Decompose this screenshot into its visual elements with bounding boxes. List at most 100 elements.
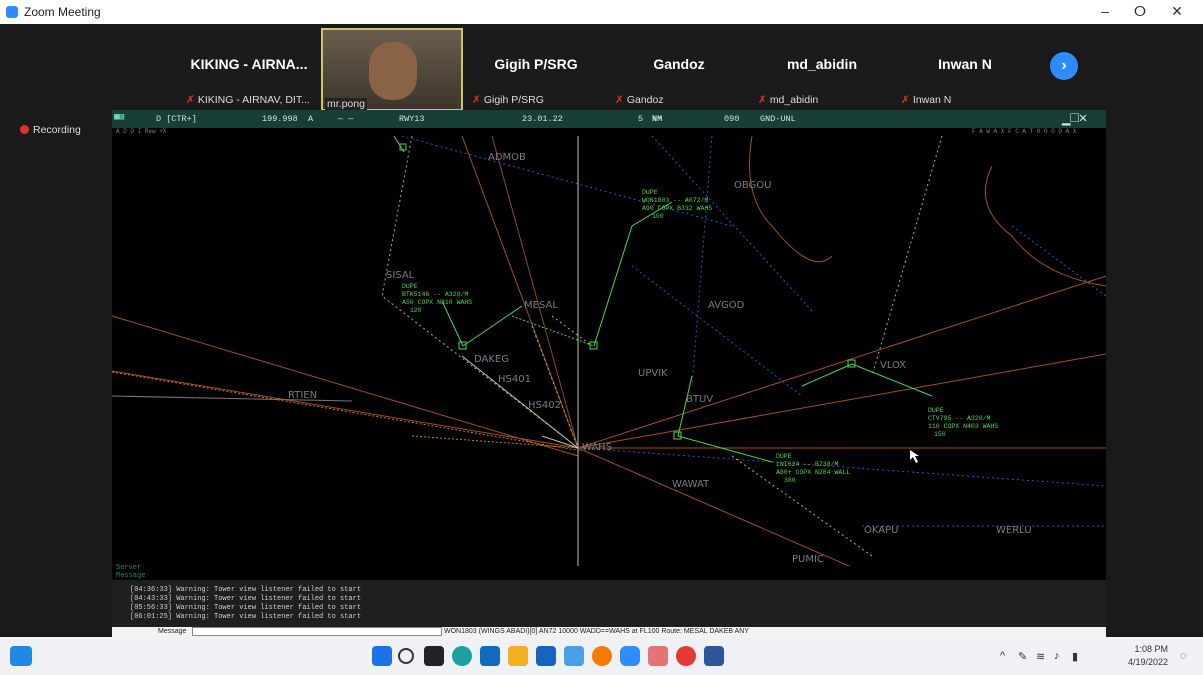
volume-icon[interactable]: ♪	[1054, 650, 1060, 662]
window-title: Zoom Meeting	[24, 5, 101, 19]
svg-text:A50 COPX N310 WAHS: A50 COPX N310 WAHS	[402, 299, 472, 306]
message-input[interactable]	[192, 627, 442, 636]
photos-icon[interactable]	[564, 646, 584, 666]
participant-name: KIKING - AIRNA...	[190, 56, 308, 72]
next-page-button[interactable]: ›	[1050, 52, 1078, 80]
minimize-button[interactable]: –	[1090, 3, 1120, 19]
mail-icon[interactable]	[480, 646, 500, 666]
svg-text:BTK5146 -- A320/M: BTK5146 -- A320/M	[402, 291, 468, 298]
flight-tag[interactable]: DUPE CTV795 -- A320/M 110 COPX N403 WAHS…	[928, 407, 998, 438]
svg-text:DUPE: DUPE	[642, 189, 658, 196]
participant-caption: ✗ KIKING - AIRNAV, DIT...	[186, 94, 310, 106]
radar-toolbar: ▦▤ D [CTR+] 199.998 A — — RWY13 23.01.22…	[112, 110, 1106, 128]
svg-text:WON1803 -- A072/M: WON1803 -- A072/M	[642, 197, 708, 204]
toolbar-atis[interactable]: A	[308, 114, 313, 124]
svg-text:DUPE: DUPE	[402, 283, 418, 290]
participant-caption: ✗ md_abidin	[758, 94, 819, 106]
participant-tile[interactable]: Gigih P/SRG ✗ Gigih P/SRG	[466, 26, 606, 109]
flight-tag[interactable]: DUPE BTK5146 -- A320/M A50 COPX N310 WAH…	[402, 283, 472, 314]
message-input-bar: Message WON1803 (WINGS ABADI)[0] AN72 10…	[112, 627, 1106, 637]
notification-icon[interactable]: ◌	[1180, 650, 1187, 662]
waypoint-label: RTIEN	[288, 390, 317, 401]
participant-tile[interactable]: Inwan N ✗ Inwan N	[895, 26, 1035, 109]
waypoint-label: HS401	[498, 374, 531, 385]
store-icon[interactable]	[536, 646, 556, 666]
radar-subbar: A D O I Rew +X F A W A X F C A T O O O O…	[116, 128, 1077, 135]
participant-name: Gandoz	[653, 56, 705, 72]
taskbar-clock[interactable]: 1:08 PM 4/19/2022	[1128, 643, 1168, 669]
participant-tile[interactable]: KIKING - AIRNA... ✗ KIKING - AIRNAV, DIT.…	[180, 26, 318, 109]
participant-video	[369, 42, 417, 100]
chrome-icon[interactable]	[592, 646, 612, 666]
muted-mic-icon: ✗	[901, 94, 910, 106]
flight-tag[interactable]: DUPE WON1803 -- A072/M A90 COPX B332 WAH…	[642, 189, 712, 220]
participant-tile[interactable]: md_abidin ✗ md_abidin	[752, 26, 892, 109]
log-line: [04:43:33] Warning: Tower view listener …	[130, 595, 362, 603]
search-icon[interactable]	[398, 648, 414, 664]
log-line: [05:56:33] Warning: Tower view listener …	[130, 604, 362, 612]
battery-icon[interactable]: ▮	[1072, 650, 1078, 663]
mouse-cursor-icon	[910, 450, 919, 463]
start-icon[interactable]	[372, 646, 392, 666]
tray-pen-icon[interactable]: ✎	[1018, 650, 1027, 663]
participant-video-tile[interactable]: mr.pong	[321, 28, 463, 111]
waypoint-label: OKAPU	[864, 525, 898, 536]
svg-text:DUPE: DUPE	[776, 453, 792, 460]
waypoint-label: AVGOD	[708, 300, 745, 311]
muted-mic-icon: ✗	[186, 94, 195, 106]
waypoint-label: WAWAT	[672, 479, 710, 490]
zoom-icon[interactable]	[620, 646, 640, 666]
toolbar-altitude[interactable]: GND-UNL	[760, 114, 796, 124]
edge-icon[interactable]	[452, 646, 472, 666]
tray-chevron-icon[interactable]: ^	[1000, 650, 1005, 662]
server-labels: Server Message	[116, 564, 146, 580]
waypoint-label: HS402	[528, 400, 561, 411]
waypoint-label: SISAL	[386, 270, 415, 281]
participant-tile[interactable]: Gandoz ✗ Gandoz	[609, 26, 749, 109]
radar-map[interactable]: ADMOB OBGOU SISAL MESAL AVGOD DAKEG HS40…	[112, 136, 1106, 566]
toolbar-range[interactable]: 5	[638, 114, 643, 124]
word-icon[interactable]	[704, 646, 724, 666]
toolbar-date: 23.01.22	[522, 114, 563, 124]
wifi-icon[interactable]: ≋	[1036, 650, 1045, 663]
svg-text:120: 120	[410, 307, 422, 314]
participant-name: Gigih P/SRG	[494, 56, 578, 72]
toolbar-runway[interactable]: RWY13	[399, 114, 425, 124]
record-icon[interactable]	[676, 646, 696, 666]
svg-text:110 COPX N403 WAHS: 110 COPX N403 WAHS	[928, 423, 998, 430]
svg-text:380: 380	[784, 477, 796, 484]
network-app-icon[interactable]	[648, 646, 668, 666]
message-label: Message	[158, 628, 187, 635]
close-button[interactable]: ✕	[1162, 3, 1192, 20]
recording-indicator[interactable]: Recording	[20, 124, 81, 136]
folder-icon[interactable]	[508, 646, 528, 666]
participant-caption: ✗ Gandoz	[615, 94, 664, 106]
muted-mic-icon: ✗	[758, 94, 767, 106]
record-dot-icon	[20, 125, 29, 134]
file-explorer-icon[interactable]	[424, 646, 444, 666]
radar-minimize-button[interactable]: ▁□✕	[1062, 110, 1087, 127]
log-line: [04:36:33] Warning: Tower view listener …	[130, 586, 362, 594]
svg-text:LNI624 -- B738/M: LNI624 -- B738/M	[776, 461, 839, 468]
participant-caption: ✗ Inwan N	[901, 94, 952, 106]
svg-text:150: 150	[934, 431, 946, 438]
task-view-icon[interactable]	[10, 646, 32, 666]
flight-tag[interactable]: DUPE LNI624 -- B738/M A80+ COPX N284 WAL…	[776, 453, 850, 484]
svg-text:100: 100	[652, 213, 664, 220]
restore-button[interactable]: ⵔ	[1125, 3, 1155, 20]
toolbar-freq[interactable]: 199.998	[262, 114, 298, 124]
participant-caption: mr.pong	[325, 98, 367, 110]
message-log-panel: [04:36:33] Warning: Tower view listener …	[112, 580, 1106, 627]
participant-name: Inwan N	[938, 56, 992, 72]
waypoint-label: MESAL	[524, 300, 558, 311]
toolbar-menu-icon[interactable]: ▦▤	[114, 112, 124, 122]
toolbar-range-unit: NM	[652, 114, 663, 124]
waypoint-label: VLOX	[880, 360, 906, 371]
muted-mic-icon: ✗	[472, 94, 481, 106]
toolbar-heading[interactable]: 090	[724, 114, 739, 124]
waypoint-label: WERLU	[996, 525, 1032, 536]
waypoint-label: OBGOU	[734, 180, 772, 191]
flight-plan-text: WON1803 (WINGS ABADI)[0] AN72 10000 WADD…	[444, 628, 750, 635]
toolbar-dashes: — —	[338, 114, 354, 124]
toolbar-mode[interactable]: D [CTR+]	[156, 114, 197, 124]
